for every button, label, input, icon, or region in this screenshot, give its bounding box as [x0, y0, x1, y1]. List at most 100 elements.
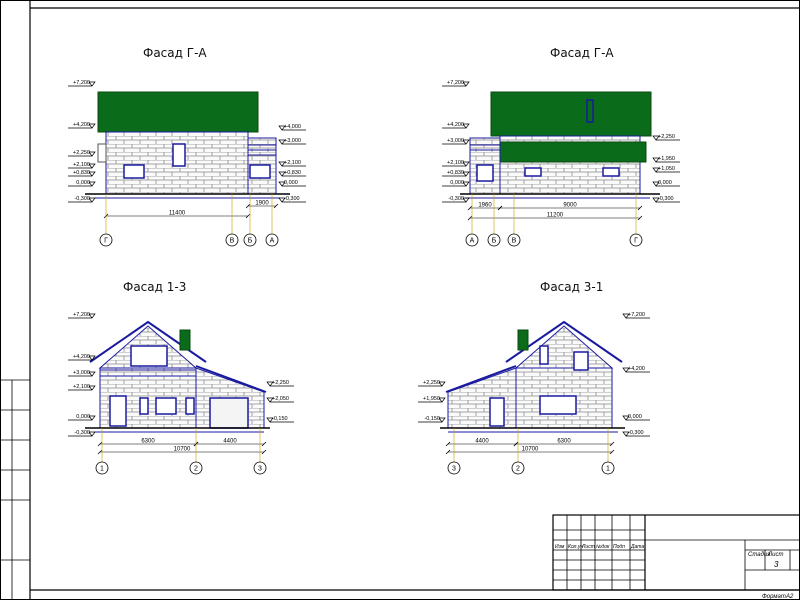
axis-label: Г	[634, 238, 638, 245]
drawing-sheet: +7,200 +4,200 +2,250 +2,100 +0,830 0,000 -0,30…	[0, 0, 800, 600]
level-mark: +2,250	[418, 380, 446, 387]
level-label: +1,950	[658, 156, 675, 162]
level-mark: +2,100	[278, 160, 306, 167]
level-mark: 0,000	[68, 180, 96, 187]
elevation-top-right	[460, 91, 660, 199]
axis-marker: В	[507, 194, 521, 247]
level-mark: +4,000	[278, 124, 306, 131]
stamp-column-label: Изм	[555, 544, 565, 550]
dimension: 4400	[445, 439, 519, 447]
stamp-column-label: №док	[596, 544, 610, 550]
window	[476, 164, 494, 182]
axis-marker: Г	[629, 194, 643, 247]
level-label: -0,300	[284, 196, 300, 202]
window	[602, 167, 620, 177]
level-label: +4,200	[73, 354, 90, 360]
level-label: +2,100	[73, 384, 90, 390]
level-label: +1,050	[658, 166, 675, 172]
window	[524, 167, 542, 177]
dimension-label: 6300	[141, 439, 155, 445]
level-mark: +7,200	[442, 80, 470, 87]
level-mark: +4,200	[68, 354, 96, 361]
level-mark: +3,000	[442, 138, 470, 145]
dimension: 10700	[97, 447, 267, 455]
level-mark: +2,250	[266, 380, 294, 387]
stamp-column-label: Лист	[581, 544, 595, 550]
level-label: +4,200	[73, 122, 90, 128]
dimension: 11400	[103, 211, 251, 219]
level-label: +3,000	[73, 370, 90, 376]
dimension-label: 10700	[522, 447, 539, 453]
dimension-label: 1900	[255, 201, 269, 207]
level-label: +7,200	[73, 312, 90, 318]
sheet-number: 3	[774, 560, 779, 569]
level-label: 0,000	[658, 180, 672, 186]
chimney	[517, 329, 529, 351]
level-label: +2,250	[272, 380, 289, 386]
axis-label: 2	[194, 466, 198, 473]
dimension-label: 6300	[557, 439, 571, 445]
sheet-frame	[0, 0, 800, 600]
window	[573, 351, 589, 371]
level-label: +4,200	[628, 366, 645, 372]
format-label: Формат	[762, 594, 786, 600]
axis-marker: 2	[189, 428, 203, 475]
axis-label: 3	[258, 466, 262, 473]
level-mark: +3,000	[278, 138, 306, 145]
window	[586, 99, 594, 123]
level-label: +3,000	[284, 138, 301, 144]
stamp-column-label: Дата	[630, 544, 644, 550]
dimension: 1960	[467, 203, 503, 211]
facade-title-top-right: Фасад Г-А	[550, 46, 614, 60]
level-label: 0,000	[284, 180, 298, 186]
level-mark: +4,200	[442, 122, 470, 129]
level-label: +7,200	[628, 312, 645, 318]
dimension-label: 4400	[475, 439, 489, 445]
level-mark: +1,950	[418, 396, 446, 403]
dimension: 9000	[497, 203, 643, 211]
axis-label: В	[512, 238, 517, 245]
level-mark: -0,150	[266, 416, 294, 423]
window	[249, 164, 271, 179]
axis-label: 1	[606, 466, 610, 473]
dimension: 4400	[193, 439, 267, 447]
level-label: -0,300	[448, 196, 464, 202]
level-label: +1,950	[423, 396, 440, 402]
level-label: +2,050	[272, 396, 289, 402]
sheet-label: Лист	[767, 552, 783, 558]
dimension: 6300	[97, 439, 199, 447]
level-label: 0,000	[628, 414, 642, 420]
level-mark: +2,050	[266, 396, 294, 403]
level-mark: 0,000	[652, 180, 680, 187]
chimney	[179, 329, 191, 351]
level-mark: -0,150	[418, 416, 446, 423]
level-mark: +2,250	[68, 150, 96, 157]
dimension-label: 11400	[169, 211, 186, 217]
title-block: Изм Кол.уч Лист №док Подп Дата Стадия Лист 3 …	[552, 514, 800, 600]
annex-wall	[447, 367, 517, 429]
level-mark: +0,830	[278, 170, 306, 177]
stamp-column-label: Подп	[613, 544, 625, 550]
level-mark: +4,200	[622, 366, 650, 373]
level-mark: +1,050	[652, 166, 680, 173]
level-mark: +7,200	[622, 312, 650, 319]
dimension-label: 9000	[563, 203, 577, 209]
level-label: 0,000	[76, 414, 90, 420]
axis-marker: А	[465, 194, 479, 247]
roof	[490, 91, 652, 137]
level-mark: 0,000	[622, 414, 650, 421]
level-mark: +4,200	[68, 122, 96, 129]
elevation-top-left	[85, 91, 290, 199]
axis-marker: Г	[99, 194, 113, 247]
level-mark: +7,200	[68, 80, 96, 87]
side-box	[97, 143, 107, 163]
axis-label: А	[270, 238, 275, 245]
door	[109, 395, 127, 427]
level-label: +2,100	[447, 160, 464, 166]
level-label: +4,200	[447, 122, 464, 128]
level-label: 0,000	[450, 180, 464, 186]
level-mark: 0,000	[442, 180, 470, 187]
facade-title-top-left: Фасад Г-А	[143, 46, 207, 60]
level-mark: +1,950	[652, 156, 680, 163]
dimension: 6300	[513, 439, 615, 447]
